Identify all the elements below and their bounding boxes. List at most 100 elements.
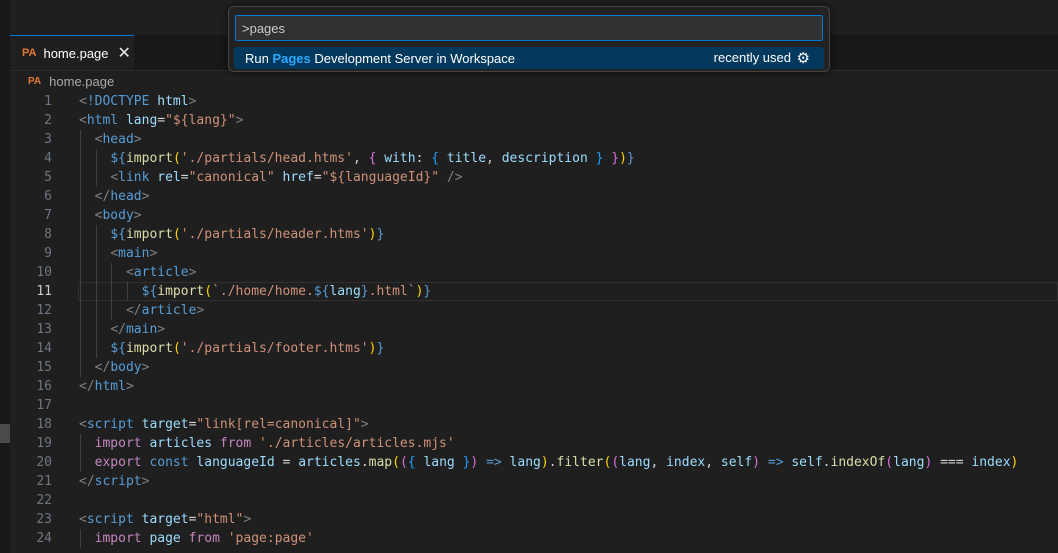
code-line[interactable]: 2 <html lang="${lang}"> (10, 111, 1058, 130)
code-token: page (149, 531, 181, 546)
command-palette-input[interactable] (235, 15, 823, 41)
code-line[interactable]: 22 (10, 491, 1058, 510)
code-text: </script> (79, 472, 149, 491)
code-token: { (407, 455, 416, 470)
code-line[interactable]: 21 </script> (10, 472, 1058, 491)
code-token: self (720, 455, 753, 470)
code-token: languageId (196, 455, 275, 470)
code-line[interactable]: 5 <link rel="canonical" href="${language… (10, 168, 1058, 187)
code-token: > (125, 379, 134, 394)
code-line[interactable]: 18 <script target="link[rel=canonical]"> (10, 415, 1058, 434)
gear-icon[interactable]: ⚙ (797, 49, 810, 67)
code-token: ( (172, 341, 181, 356)
code-token: head (102, 132, 134, 147)
code-token: html (94, 379, 126, 394)
code-line[interactable]: 19 import articles from './articles/arti… (10, 434, 1058, 453)
close-icon[interactable]: ✕ (118, 43, 131, 63)
code-token: import (94, 436, 142, 451)
code-token: , (486, 151, 502, 166)
code-token: './partials/head.htms' (180, 151, 353, 166)
code-line[interactable]: 13 </main> (10, 320, 1058, 339)
code-line[interactable]: 12 </article> (10, 301, 1058, 320)
code-token: rel (157, 170, 181, 185)
code-line[interactable]: 9 <main> (10, 244, 1058, 263)
code-token: './partials/footer.htms' (180, 341, 369, 356)
code-line[interactable]: 7 <body> (10, 206, 1058, 225)
code-line[interactable]: 3 <head> (10, 130, 1058, 149)
code-token: } (611, 151, 620, 166)
code-line[interactable]: 16 </html> (10, 377, 1058, 396)
code-line[interactable]: 11 ${import(`./home/home.${lang}.html`)} (10, 282, 1058, 301)
code-line[interactable]: 15 </body> (10, 358, 1058, 377)
line-number: 12 (36, 303, 52, 318)
code-text: ${import('./partials/footer.htms')} (79, 339, 384, 358)
code-token: self (791, 455, 823, 470)
code-token: articles (298, 455, 361, 470)
code-token: import (125, 151, 173, 166)
code-token: index (666, 455, 706, 470)
code-editor[interactable]: 1 <!DOCTYPE html> 2 <html lang="${lang}"> 3 … (10, 92, 1058, 553)
code-token: main (125, 322, 158, 337)
code-line[interactable]: 10 <article> (10, 263, 1058, 282)
code-token: export (94, 455, 142, 470)
line-number: 13 (36, 322, 52, 337)
code-token: article (141, 303, 197, 318)
code-token: .html` (368, 284, 416, 299)
code-token: articles (149, 436, 213, 451)
code-token: ) (540, 455, 549, 470)
code-text: </main> (79, 320, 165, 339)
code-token: < (110, 246, 119, 261)
code-text: export const languageId = articles.map((… (79, 453, 1019, 472)
code-token: } (626, 151, 635, 166)
code-token: > (196, 303, 205, 318)
code-line[interactable]: 4 ${import('./partials/head.htms', { wit… (10, 149, 1058, 168)
breadcrumb[interactable]: PA home.page (28, 72, 114, 90)
code-line[interactable]: 14 ${import('./partials/footer.htms')} (10, 339, 1058, 358)
code-token: from (219, 436, 252, 451)
code-token: ) (1010, 455, 1019, 470)
code-token: ( (399, 455, 408, 470)
code-token: === (932, 455, 972, 470)
code-text: <html lang="${lang}"> (79, 111, 243, 130)
code-token: } (376, 227, 385, 242)
code-token: href (282, 170, 314, 185)
line-number: 10 (36, 265, 52, 280)
code-line[interactable]: 23 <script target="html"> (10, 510, 1058, 529)
code-line[interactable]: 20 export const languageId = articles.ma… (10, 453, 1058, 472)
code-token: { (431, 151, 440, 166)
code-token: script (86, 512, 134, 527)
code-text: ${import(`./home/home.${lang}.html`)} (79, 282, 432, 301)
code-token: < (125, 265, 134, 280)
code-text: <head> (79, 130, 142, 149)
code-token: . (548, 455, 557, 470)
tab-label: home.page (43, 45, 109, 61)
breadcrumb-file-label[interactable]: home.page (49, 74, 114, 89)
code-token: = (157, 113, 166, 128)
line-number: 19 (36, 436, 52, 451)
code-token: < (79, 113, 87, 128)
code-token: ( (885, 455, 894, 470)
code-line[interactable]: 17 (10, 396, 1058, 415)
tab-home-page[interactable]: PA home.page ✕ (10, 35, 134, 70)
code-token: </ (79, 474, 95, 489)
code-token: from (188, 531, 220, 546)
code-token: lang (423, 455, 455, 470)
code-token: index (971, 455, 1011, 470)
code-line[interactable]: 1 <!DOCTYPE html> (10, 92, 1058, 111)
code-token: : (415, 151, 432, 166)
code-line[interactable]: 24 import page from 'page:page' (10, 529, 1058, 548)
code-token: > (133, 132, 142, 147)
command-result-run-pages-dev-server[interactable]: Run Pages Development Server in Workspac… (234, 47, 824, 69)
code-token: > (188, 265, 197, 280)
code-text: <main> (79, 244, 157, 263)
code-line[interactable]: 8 ${import('./partials/header.htms')} (10, 225, 1058, 244)
code-line[interactable]: 6 </head> (10, 187, 1058, 206)
code-token: "canonical" (188, 170, 275, 185)
code-token: </ (79, 379, 95, 394)
